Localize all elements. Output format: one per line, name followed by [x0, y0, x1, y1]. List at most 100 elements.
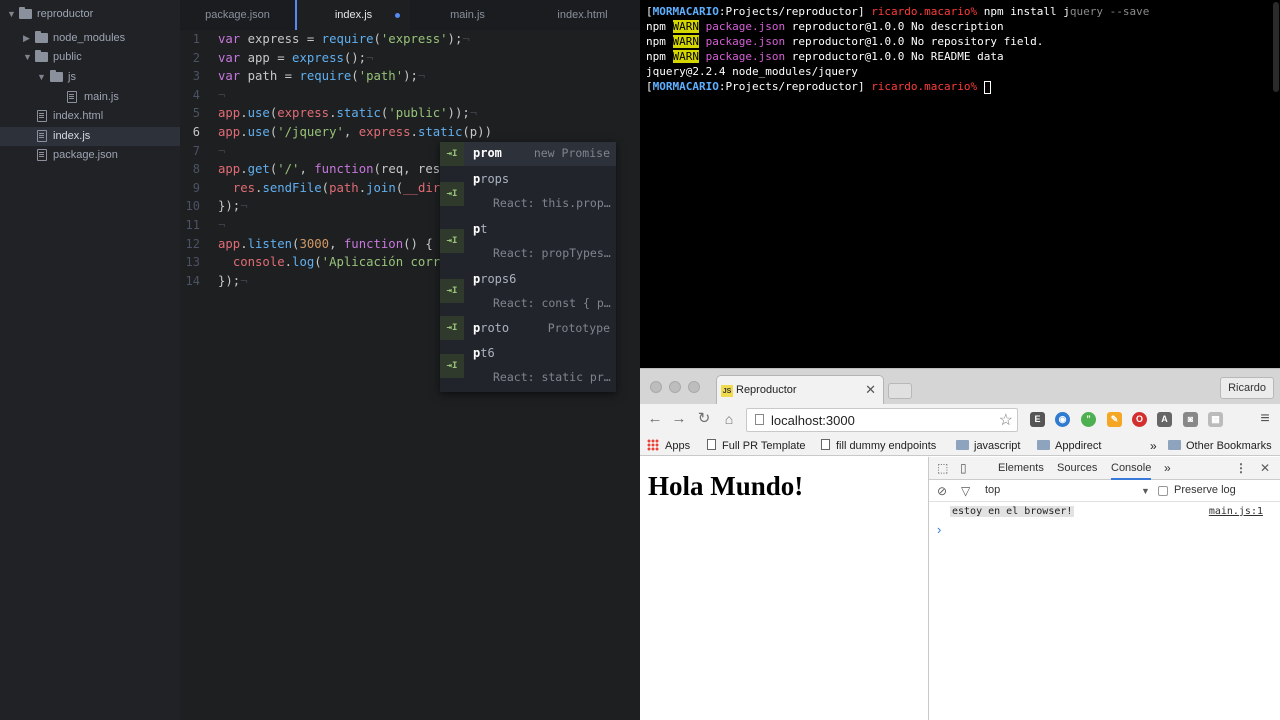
snippet-icon: ⇥I [440, 354, 464, 378]
tree-item-index-js[interactable]: index.js [0, 127, 180, 146]
page-icon [821, 439, 830, 450]
tree-root-label: reproductor [37, 8, 94, 20]
close-devtools-icon[interactable]: ✕ [1260, 461, 1270, 475]
tab-package-json[interactable]: package.json [180, 0, 295, 30]
line-number: 1 [192, 32, 200, 46]
tree-item-label: package.json [53, 149, 118, 161]
console-source-link[interactable]: main.js:1 [1209, 506, 1263, 517]
autocomplete-item[interactable]: ⇥I prom new Promise [440, 142, 616, 166]
tree-item-js[interactable]: ▼ js [0, 68, 180, 87]
devtools-tab-bar: ⬚ ▯ Elements Sources Console » ⋮ ✕ [929, 457, 1280, 480]
devtools-panel: ⬚ ▯ Elements Sources Console » ⋮ ✕ ⊘ ▽ t… [928, 457, 1280, 720]
bookmark-javascript[interactable]: javascript [956, 439, 1020, 453]
tree-root-reproductor[interactable]: ▼ reproductor [0, 5, 180, 24]
bookmark-fill-dummy-endpoints[interactable]: fill dummy endpoints [821, 439, 936, 453]
browser-tab-reproductor[interactable]: JS Reproductor ✕ [716, 375, 884, 405]
snippet-icon: ⇥I [440, 229, 464, 253]
code-editor-window: ▼ reproductor ▶ node_modules ▼ public ▼ … [0, 0, 640, 720]
line-number: 3 [192, 69, 200, 84]
tree-item-label: main.js [84, 91, 119, 103]
modified-dot-icon [395, 13, 400, 18]
bookmark-other-bookmarks[interactable]: Other Bookmarks [1168, 439, 1272, 453]
devtools-tab-sources[interactable]: Sources [1057, 457, 1097, 480]
file-icon [37, 130, 47, 142]
terminal-line-warn: npm WARN package.json reproductor@1.0.0 … [646, 20, 1004, 33]
new-tab-button[interactable] [888, 383, 912, 399]
bookmarks-overflow-button[interactable]: » [1150, 439, 1157, 453]
autocomplete-item[interactable]: ⇥I props React: this.prop… [440, 169, 616, 217]
wrench-extension-icon[interactable]: ✎ [1107, 412, 1122, 427]
line-number: 2 [192, 50, 200, 65]
page-icon [707, 439, 716, 450]
back-arrow-icon[interactable]: ← [646, 410, 664, 428]
terminal-cursor [983, 80, 991, 94]
grid-extension-icon[interactable]: ▦ [1208, 412, 1223, 427]
reload-icon[interactable]: ↻ [695, 410, 713, 428]
device-toolbar-icon[interactable]: ▯ [960, 461, 967, 475]
apps-grid-icon [647, 439, 659, 451]
bookmark-full-pr-template[interactable]: Full PR Template [707, 439, 806, 453]
terminal-scrollbar[interactable] [1273, 2, 1279, 92]
clear-console-icon[interactable]: ⊘ [937, 484, 947, 498]
autocomplete-label: prom [473, 146, 502, 160]
line-number: 11 [185, 217, 200, 232]
snippet-icon: ⇥I [440, 279, 464, 303]
autocomplete-item[interactable]: ⇥I pt6 React: static pr… [440, 343, 616, 391]
tree-item-label: public [53, 51, 82, 63]
tree-item-index-html[interactable]: index.html [0, 107, 180, 126]
close-window-icon[interactable] [650, 381, 662, 393]
chat-extension-icon[interactable]: ” [1081, 412, 1096, 427]
bookmark-star-icon[interactable]: ☆ [999, 410, 1013, 430]
globe-extension-icon[interactable]: ◉ [1055, 412, 1070, 427]
context-selector[interactable]: top [985, 484, 1000, 496]
inspect-element-icon[interactable]: ⬚ [937, 461, 948, 475]
tree-item-public[interactable]: ▼ public [0, 48, 180, 67]
filter-icon[interactable]: ▽ [961, 484, 970, 498]
browser-toolbar: ← → ↻ ⌂ localhost:3000 ☆ E ◉ ” ✎ O A ◙ ▦… [640, 404, 1280, 436]
devtools-more-tabs-button[interactable]: » [1164, 457, 1171, 480]
console-prompt[interactable]: › [937, 522, 941, 537]
bookmark-apps[interactable]: Apps [647, 439, 690, 453]
context-dropdown-arrow-icon[interactable]: ▼ [1141, 484, 1150, 498]
terminal-window[interactable]: [MORMACARIO:Projects/reproductor] ricard… [640, 0, 1280, 368]
address-bar[interactable]: localhost:3000 ☆ [746, 408, 1018, 432]
autocomplete-item[interactable]: ⇥I pt React: propTypes… [440, 219, 616, 267]
devtools-tab-elements[interactable]: Elements [998, 457, 1044, 480]
folder-icon [1037, 440, 1050, 450]
folder-icon [956, 440, 969, 450]
terminal-line-result: jquery@2.2.4 node_modules/jquery [646, 65, 858, 78]
file-icon [37, 110, 47, 122]
preserve-log-label: Preserve log [1174, 484, 1236, 496]
terminal-line-command: [MORMACARIO:Projects/reproductor] ricard… [646, 5, 1150, 18]
tree-item-node-modules[interactable]: ▶ node_modules [0, 29, 180, 48]
close-tab-icon[interactable]: ✕ [865, 382, 876, 398]
tree-item-package-json[interactable]: package.json [0, 146, 180, 165]
bookmark-appdirect[interactable]: Appdirect [1037, 439, 1101, 453]
camera-extension-icon[interactable]: ◙ [1183, 412, 1198, 427]
line-number: 8 [192, 162, 200, 177]
file-icon [37, 149, 47, 161]
minimize-window-icon[interactable] [669, 381, 681, 393]
evernote-extension-icon[interactable]: E [1030, 412, 1045, 427]
tab-index-js[interactable]: index.js [295, 0, 410, 30]
devtools-tab-console[interactable]: Console [1111, 457, 1152, 480]
menu-icon[interactable]: ≡ [1256, 410, 1274, 428]
autocomplete-item[interactable]: ⇥I proto Prototype [440, 316, 616, 342]
code-line: var app = express();¬ [218, 50, 374, 65]
tab-main-js[interactable]: main.js [410, 0, 525, 30]
folder-icon [35, 50, 48, 62]
angular-extension-icon[interactable]: A [1157, 412, 1172, 427]
zoom-window-icon[interactable] [688, 381, 700, 393]
profile-button[interactable]: Ricardo [1220, 377, 1274, 399]
line-number: 12 [185, 236, 200, 251]
forward-arrow-icon[interactable]: → [670, 410, 688, 428]
devtools-menu-icon[interactable]: ⋮ [1235, 461, 1247, 475]
tab-index-html[interactable]: index.html [525, 0, 640, 30]
line-number: 10 [185, 199, 200, 214]
autocomplete-description: React: static pr… [493, 370, 611, 384]
autocomplete-item[interactable]: ⇥I props6 React: const { p… [440, 269, 616, 317]
opera-extension-icon[interactable]: O [1132, 412, 1147, 427]
tree-item-main-js[interactable]: main.js [0, 88, 180, 107]
preserve-log-checkbox[interactable] [1158, 486, 1168, 496]
home-icon[interactable]: ⌂ [720, 410, 738, 428]
